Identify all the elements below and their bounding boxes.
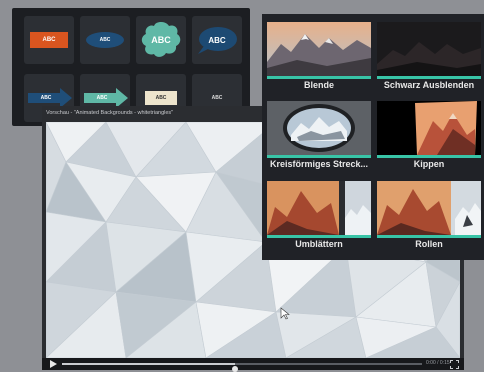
transition-blende[interactable]: Blende xyxy=(267,22,371,94)
transition-thumbnail xyxy=(377,101,481,155)
annotation-label: ABC xyxy=(208,35,226,45)
transition-rollen[interactable]: Rollen xyxy=(377,181,481,253)
annotation-tile-callout-ellipse[interactable]: ABC xyxy=(80,16,130,64)
transport-bar: 0:00 / 0:15 xyxy=(42,358,464,372)
transition-label: Blende xyxy=(303,80,334,90)
transition-label: Kreisförmiges Streck... xyxy=(269,159,369,169)
transition-schwarz-ausblenden[interactable]: Schwarz Ausblenden xyxy=(377,22,481,94)
transition-accent-bar xyxy=(377,76,481,79)
transition-accent-bar xyxy=(267,235,371,238)
transition-accent-bar xyxy=(267,76,371,79)
annotation-label: ABC xyxy=(99,37,111,43)
transition-accent-bar xyxy=(377,235,481,238)
annotation-tile-speech-cloud[interactable]: ABC xyxy=(136,16,186,64)
transition-kippen[interactable]: Kippen xyxy=(377,101,481,173)
playhead[interactable] xyxy=(231,366,238,372)
transition-thumbnail xyxy=(377,22,481,76)
transition-thumbnail xyxy=(267,22,371,76)
annotation-label: ABC xyxy=(96,95,108,101)
timecode: 0:00 / 0:15 xyxy=(426,360,450,366)
timeline-progress xyxy=(62,363,235,365)
annotation-label: ABC xyxy=(151,35,171,45)
transition-thumbnail xyxy=(267,101,371,155)
annotation-tile-speech-bubble[interactable]: ABC xyxy=(192,16,242,64)
transition-thumbnail xyxy=(377,181,481,235)
transitions-panel: Blende Schwarz Ausblenden Kreisförmiges … xyxy=(262,14,484,260)
ellipse-shape: ABC xyxy=(86,32,124,48)
transition-label: Schwarz Ausblenden xyxy=(383,80,475,90)
annotation-tile-bubble-orange[interactable]: ABC xyxy=(24,16,74,64)
orange-box-shape: ABC xyxy=(30,32,68,48)
annotation-label: ABC xyxy=(155,95,167,101)
annotation-label: ABC xyxy=(40,95,52,101)
timeline-track[interactable] xyxy=(62,363,422,372)
transition-thumbnail xyxy=(267,181,371,235)
annotation-label: ABC xyxy=(42,37,56,43)
transition-label: Kippen xyxy=(413,159,445,169)
transition-accent-bar xyxy=(377,155,481,158)
play-icon[interactable] xyxy=(48,359,58,369)
transition-kreisfoermiges-strecken[interactable]: Kreisförmiges Streck... xyxy=(267,101,371,173)
preview-title: Vorschau - "Animated Backgrounds - white… xyxy=(46,110,174,116)
note-shape: ABC xyxy=(145,91,177,105)
transition-accent-bar xyxy=(267,155,371,158)
transition-label: Rollen xyxy=(415,239,443,249)
transition-umblaettern[interactable]: Umblättern xyxy=(267,181,371,253)
transition-label: Umblättern xyxy=(295,239,343,249)
fullscreen-icon[interactable] xyxy=(450,359,459,369)
annotation-label: ABC xyxy=(211,95,223,101)
